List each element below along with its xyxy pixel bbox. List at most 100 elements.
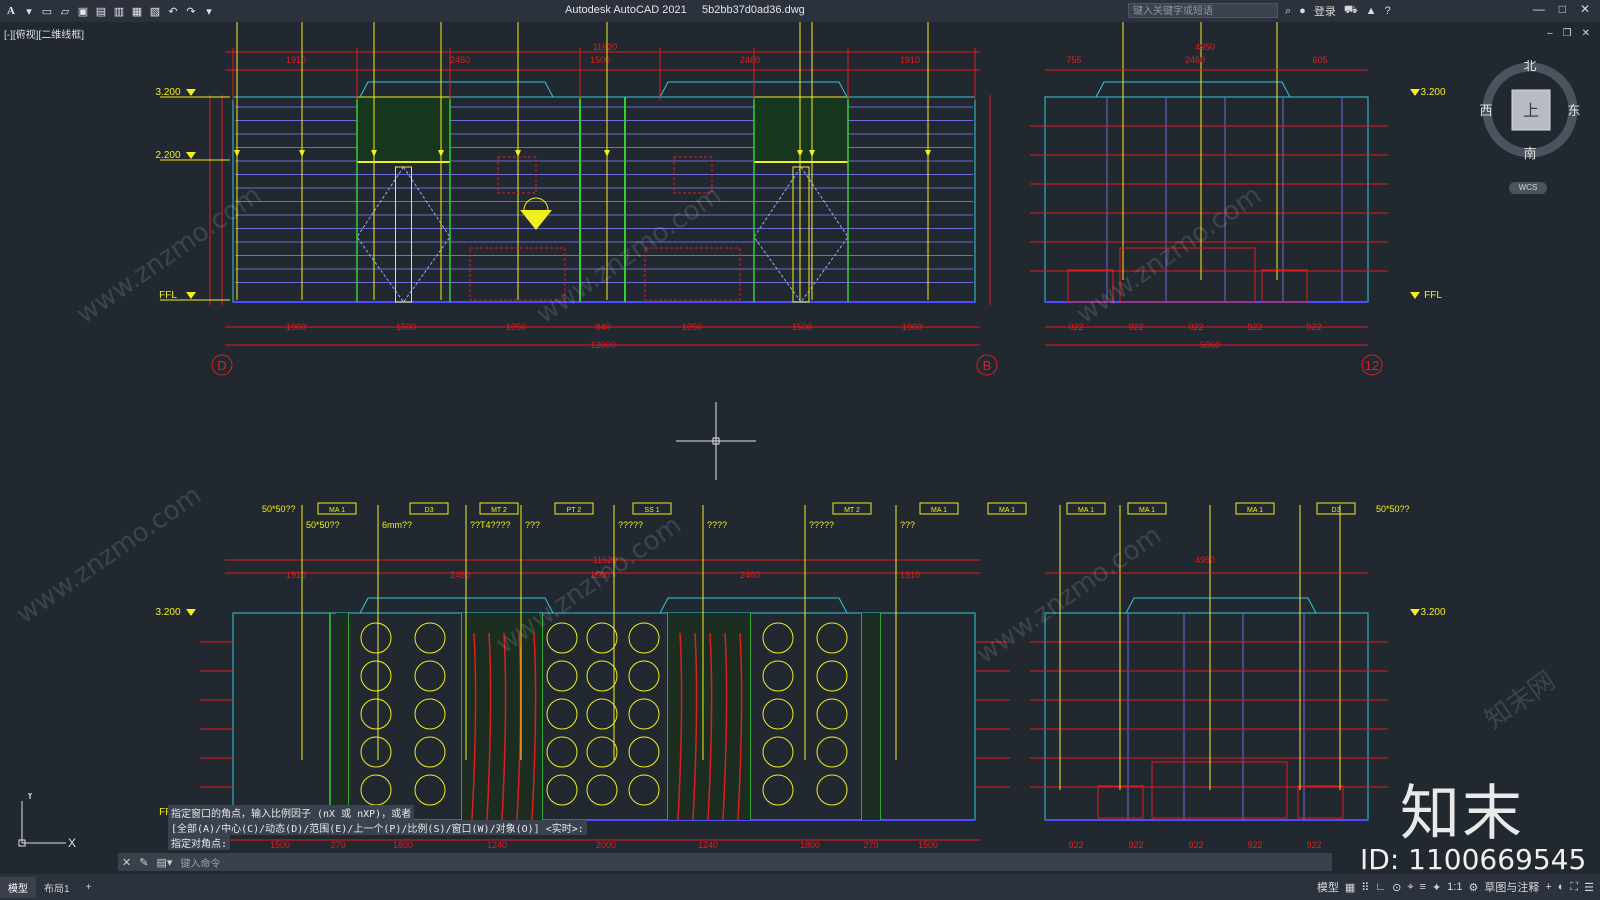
decor-circle [360,698,392,730]
decor-circle [360,736,392,768]
panel-mesh [356,96,451,163]
dimension-text: 1960 [902,322,922,332]
dimension-text: 270 [863,840,878,850]
status-tools: 模型 ▦ ⠿ ∟ ⊙ ⌖ ≡ ✦ 1:1 ⚙ 草图与注释 + ◐ ⛶ ☰ [1317,879,1594,895]
compass-west[interactable]: 西 [1480,103,1493,118]
dimension-text: 4950 [1195,555,1215,565]
viewcube[interactable]: 上 北 南 东 西 [1480,60,1580,160]
callout-text: ???? [707,520,727,530]
dimension-text: 1800 [393,840,413,850]
callout-tag-text: D3 [425,507,434,514]
callout-tag-text: MA 1 [931,507,947,514]
ceiling-bulkhead [1095,81,1291,98]
command-recent-icon[interactable]: ▤▾ [152,856,176,869]
model-space-button[interactable]: 模型 [1317,879,1339,895]
svg-text:X: X [68,836,76,850]
compass-east[interactable]: 东 [1567,103,1580,118]
level-label: 2.200 [155,150,180,161]
tab-layout1[interactable]: 布局1 [36,877,78,898]
dimension-text: 4950 [1195,42,1215,52]
wcs-button[interactable]: WCS [1509,182,1547,194]
leader-arrow [604,150,610,157]
dimension-text: 270 [330,840,345,850]
viewcube-top-face[interactable]: 上 [1523,102,1539,120]
decor-circle [414,622,446,654]
dimension-text: 2460 [740,55,760,65]
dimension-text: 922 [1247,840,1262,850]
level-marker [1410,292,1420,299]
lineweight-icon[interactable]: ≡ [1420,881,1426,893]
grid-label: D [217,358,226,373]
callout-text: ??? [900,520,915,530]
level-marker [1410,89,1420,96]
furniture-outline [1151,761,1288,819]
command-history-line: [全部(A)/中心(C)/动态(D)/范围(E)/上一个(P)/比例(S)/窗口… [168,820,587,835]
furniture-outline [1261,269,1308,303]
level-label: 3.200 [1420,607,1445,618]
resource-id: ID: 1100669545 [1360,843,1587,876]
callout-tag-text: MT 2 [491,507,507,514]
decor-circle [360,660,392,692]
callout-text: 50*50?? [306,520,340,530]
dimension-text: 2460 [450,570,470,580]
decor-circle [816,774,848,806]
dimension-text: 922 [1128,322,1143,332]
decor-circle [546,660,578,692]
command-close-icon[interactable]: ✕ [118,856,135,869]
drawing-canvas[interactable]: 1910 2460 1500 2460 1910 11620 1960 1500 1950 840… [0,0,1600,900]
callout-text: ????? [618,520,643,530]
add-layout-button[interactable]: + [78,879,100,896]
compass-south[interactable]: 南 [1523,146,1536,160]
command-line: ✕ ✎ ▤▾ 键入命令 [118,853,1332,871]
ortho-icon[interactable]: ∟ [1375,881,1386,893]
dimension-text: 922 [1188,322,1203,332]
leader-arrow [234,150,240,157]
decor-circle [586,774,618,806]
level-marker [186,152,196,159]
decor-circle [360,622,392,654]
plus-icon[interactable]: + [1545,881,1551,893]
callout-tag-text: MA 1 [999,507,1015,514]
callout-tag-text: SS 1 [644,507,659,514]
dimension-text: 12000 [590,340,615,350]
decor-circle [414,774,446,806]
customize-menu-icon[interactable]: ☰ [1584,881,1594,894]
dimension-text: 1950 [506,322,526,332]
door-handle [792,166,810,303]
dimension-text: 2460 [1185,55,1205,65]
dimension-text: 1240 [487,840,507,850]
annotation-icon[interactable]: ✦ [1432,881,1441,894]
osnap-icon[interactable]: ⌖ [1407,881,1413,894]
workspace-gear-icon[interactable]: ⚙ [1468,881,1478,894]
ceiling-bulkhead [659,597,848,614]
dimension-text: 2460 [450,55,470,65]
polar-icon[interactable]: ⊙ [1392,881,1401,894]
door-handle [395,166,412,303]
workspace-switch[interactable]: 草图与注释 [1484,879,1539,895]
callout-text: ????? [809,520,834,530]
decor-circle [762,660,794,692]
crosshair-cursor [676,402,756,480]
level-marker [186,292,196,299]
annotation-scale[interactable]: 1:1 [1447,881,1462,893]
tab-model[interactable]: 模型 [0,876,36,898]
dimension-text: 1500 [396,322,416,332]
level-label: FFL [1424,290,1442,301]
ceiling-bulkhead [359,81,554,98]
command-history-line: 指定窗口的角点，输入比例因子 (nX 或 nXP)，或者 [168,805,415,820]
decor-circle [586,698,618,730]
dimension-text: 605 [1312,55,1327,65]
dimension-text: 1910 [900,55,920,65]
grid-icon[interactable]: ▦ [1345,881,1355,894]
fullscreen-icon[interactable]: ⛶ [1570,881,1578,894]
decor-circle [360,774,392,806]
isolate-icon[interactable]: ◐ [1558,881,1565,893]
snap-icon[interactable]: ⠿ [1361,881,1369,894]
command-input[interactable]: 键入命令 [176,855,1332,870]
decor-circle [414,698,446,730]
furniture-outline [1097,785,1144,819]
callout-tag-text: D3 [1332,507,1341,514]
command-settings-icon[interactable]: ✎ [135,856,152,869]
level-marker [1410,609,1420,616]
compass-north[interactable]: 北 [1523,60,1536,73]
